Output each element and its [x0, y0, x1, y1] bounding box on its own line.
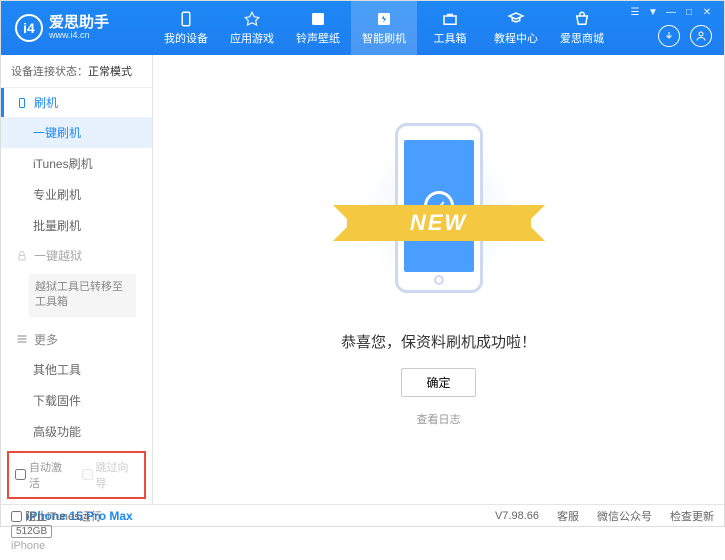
minimize-icon[interactable]: —: [664, 7, 678, 18]
main-content: NEW 恭喜您，保资料刷机成功啦！ 确定 查看日志: [153, 55, 724, 504]
wallpaper-icon: [308, 10, 328, 28]
nav-toolbox[interactable]: 工具箱: [417, 1, 483, 55]
sidebar-group-flash[interactable]: 刷机: [1, 88, 152, 117]
app-logo: i4 爱思助手 www.i4.cn: [1, 14, 153, 42]
device-type: iPhone: [11, 540, 142, 552]
lock-icon[interactable]: ▼: [646, 7, 660, 18]
options-highlight-box: 自动激活 跳过向导: [7, 451, 146, 499]
sidebar-group-jailbreak: 一键越狱: [1, 241, 152, 270]
version-label: V7.98.66: [495, 510, 539, 522]
app-url: www.i4.cn: [49, 31, 109, 41]
menu-icon[interactable]: ☰: [628, 7, 642, 18]
store-icon: [572, 10, 592, 28]
user-button[interactable]: [690, 25, 712, 47]
sidebar-item-pro-flash[interactable]: 专业刷机: [1, 179, 152, 210]
sidebar-item-other-tools[interactable]: 其他工具: [1, 354, 152, 385]
sidebar-group-more[interactable]: 更多: [1, 325, 152, 354]
title-bar: i4 爱思助手 www.i4.cn 我的设备 应用游戏 铃声壁纸 智能刷机 工具…: [1, 1, 724, 55]
connection-status: 设备连接状态：正常模式: [1, 55, 152, 88]
sidebar-item-itunes-flash[interactable]: iTunes刷机: [1, 148, 152, 179]
jailbreak-note: 越狱工具已转移至工具箱: [29, 274, 136, 317]
maximize-icon[interactable]: □: [682, 7, 696, 18]
nav-ringtones[interactable]: 铃声壁纸: [285, 1, 351, 55]
tutorial-icon: [506, 10, 526, 28]
sidebar-item-advanced[interactable]: 高级功能: [1, 416, 152, 447]
success-message: 恭喜您，保资料刷机成功啦！: [341, 331, 536, 352]
auto-activate-checkbox[interactable]: 自动激活: [15, 459, 72, 491]
logo-icon: i4: [15, 14, 43, 42]
confirm-button[interactable]: 确定: [401, 368, 475, 397]
sidebar-item-batch-flash[interactable]: 批量刷机: [1, 210, 152, 241]
support-link[interactable]: 客服: [557, 508, 579, 524]
main-nav: 我的设备 应用游戏 铃声壁纸 智能刷机 工具箱 教程中心 爱思商城: [153, 1, 615, 55]
sidebar-item-onekey-flash[interactable]: 一键刷机: [1, 117, 152, 148]
skip-guide-checkbox[interactable]: 跳过向导: [82, 459, 139, 491]
close-icon[interactable]: ✕: [700, 7, 714, 18]
nav-store[interactable]: 爱思商城: [549, 1, 615, 55]
success-illustration: NEW: [359, 113, 519, 313]
download-button[interactable]: [658, 25, 680, 47]
nav-flash[interactable]: 智能刷机: [351, 1, 417, 55]
sidebar: 设备连接状态：正常模式 刷机 一键刷机 iTunes刷机 专业刷机 批量刷机 一…: [1, 55, 153, 504]
nav-tutorials[interactable]: 教程中心: [483, 1, 549, 55]
window-controls: ☰ ▼ — □ ✕: [628, 7, 714, 18]
apps-icon: [242, 10, 262, 28]
wechat-link[interactable]: 微信公众号: [597, 508, 652, 524]
sidebar-item-download-firmware[interactable]: 下载固件: [1, 385, 152, 416]
check-update-link[interactable]: 检查更新: [670, 508, 714, 524]
toolbox-icon: [440, 10, 460, 28]
nav-my-device[interactable]: 我的设备: [153, 1, 219, 55]
view-log-link[interactable]: 查看日志: [417, 411, 461, 427]
app-title: 爱思助手: [49, 15, 109, 32]
flash-icon: [374, 10, 394, 28]
block-itunes-checkbox[interactable]: 阻止iTunes运行: [11, 508, 102, 524]
device-icon: [176, 10, 196, 28]
new-ribbon: NEW: [347, 201, 531, 245]
nav-apps[interactable]: 应用游戏: [219, 1, 285, 55]
